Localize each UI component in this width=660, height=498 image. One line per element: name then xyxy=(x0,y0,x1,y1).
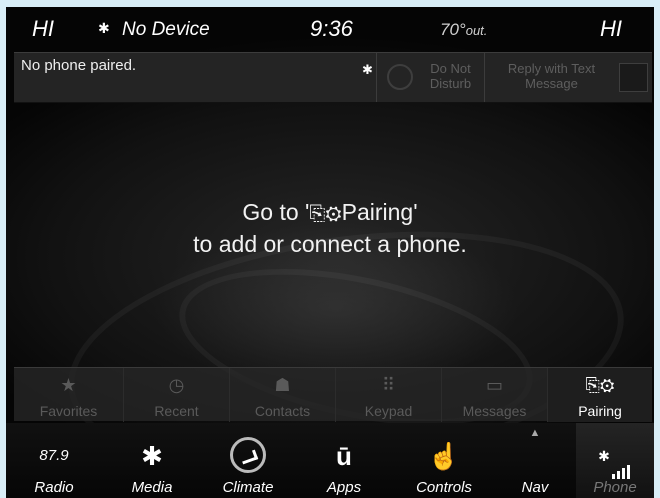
outside-temp: 70°out. xyxy=(440,20,488,39)
phone-tab-bar: ★ Favorites ◷ Recent ☗ Contacts ⠿ Keypad… xyxy=(14,367,652,422)
pairing-icon: ⎘⚙ xyxy=(309,203,342,225)
clock: 9:36 xyxy=(310,16,353,41)
star-icon: ★ xyxy=(60,375,77,395)
nav-climate[interactable]: Climate xyxy=(202,423,294,498)
nav-controls[interactable]: ☝ Controls xyxy=(392,423,496,498)
reply-with-text-label: Reply with Text Message xyxy=(507,61,596,91)
main-nav-bar: 87.9 Radio ✱ Media Climate ū Apps ☝ Cont… xyxy=(6,423,654,498)
phone-signal-icon: ✱ xyxy=(576,433,654,479)
status-bar: HI ✱ No Device 9:36 70°out. HI xyxy=(6,7,654,51)
reply-with-text-button[interactable]: Reply with Text Message xyxy=(484,53,652,102)
tab-pairing[interactable]: ⎘⚙ Pairing xyxy=(548,368,652,422)
nav-media[interactable]: ✱ Media xyxy=(106,423,198,498)
pairing-icon: ⎘⚙ xyxy=(585,375,615,395)
person-icon: ☗ xyxy=(274,375,291,395)
do-not-disturb-label: Do Not Disturb xyxy=(429,61,472,91)
bluetooth-icon: ✱ xyxy=(362,62,373,77)
tab-contacts[interactable]: ☗ Contacts xyxy=(230,368,336,422)
nav-apps[interactable]: ū Apps xyxy=(298,423,390,498)
keypad-icon: ⠿ xyxy=(381,375,396,395)
bluetooth-icon: ✱ xyxy=(98,20,110,36)
instruction-line-2: to add or connect a phone. xyxy=(193,231,467,257)
tab-favorites[interactable]: ★ Favorites xyxy=(14,368,124,422)
pairing-instructions: Go to '⎘⚙Pairing' to add or connect a ph… xyxy=(6,197,654,259)
nav-navigation[interactable]: ▲ Nav xyxy=(496,423,574,498)
device-status: No Device xyxy=(122,19,210,40)
up-arrow-icon: ▲ xyxy=(529,427,541,439)
tab-recent[interactable]: ◷ Recent xyxy=(124,368,230,422)
bluetooth-icon: ✱ xyxy=(141,441,163,471)
nav-radio[interactable]: 87.9 Radio xyxy=(14,423,94,498)
nav-phone[interactable]: ✱ Phone xyxy=(576,423,654,498)
infotainment-screen: HI ✱ No Device 9:36 70°out. HI No phone … xyxy=(0,0,660,498)
reply-toggle-icon xyxy=(619,63,648,92)
do-not-disturb-icon xyxy=(387,64,413,90)
phone-status-bar: No phone paired. ✱ Do Not Disturb Reply … xyxy=(14,52,652,103)
instruction-line-1: Go to '⎘⚙Pairing' xyxy=(242,199,418,225)
do-not-disturb-button[interactable]: Do Not Disturb xyxy=(376,53,484,102)
message-icon: ▭ xyxy=(485,375,503,395)
tab-messages[interactable]: ▭ Messages xyxy=(442,368,548,422)
apps-icon: ū xyxy=(336,441,352,471)
tab-keypad[interactable]: ⠿ Keypad xyxy=(336,368,442,422)
radio-frequency: 87.9 xyxy=(39,447,69,464)
driver-temp[interactable]: HI xyxy=(32,16,54,42)
clock-icon: ◷ xyxy=(168,375,185,395)
climate-icon xyxy=(202,433,294,479)
passenger-temp[interactable]: HI xyxy=(600,16,622,42)
controls-icon: ☝ xyxy=(427,441,461,471)
phone-status-message: No phone paired. xyxy=(21,57,137,74)
